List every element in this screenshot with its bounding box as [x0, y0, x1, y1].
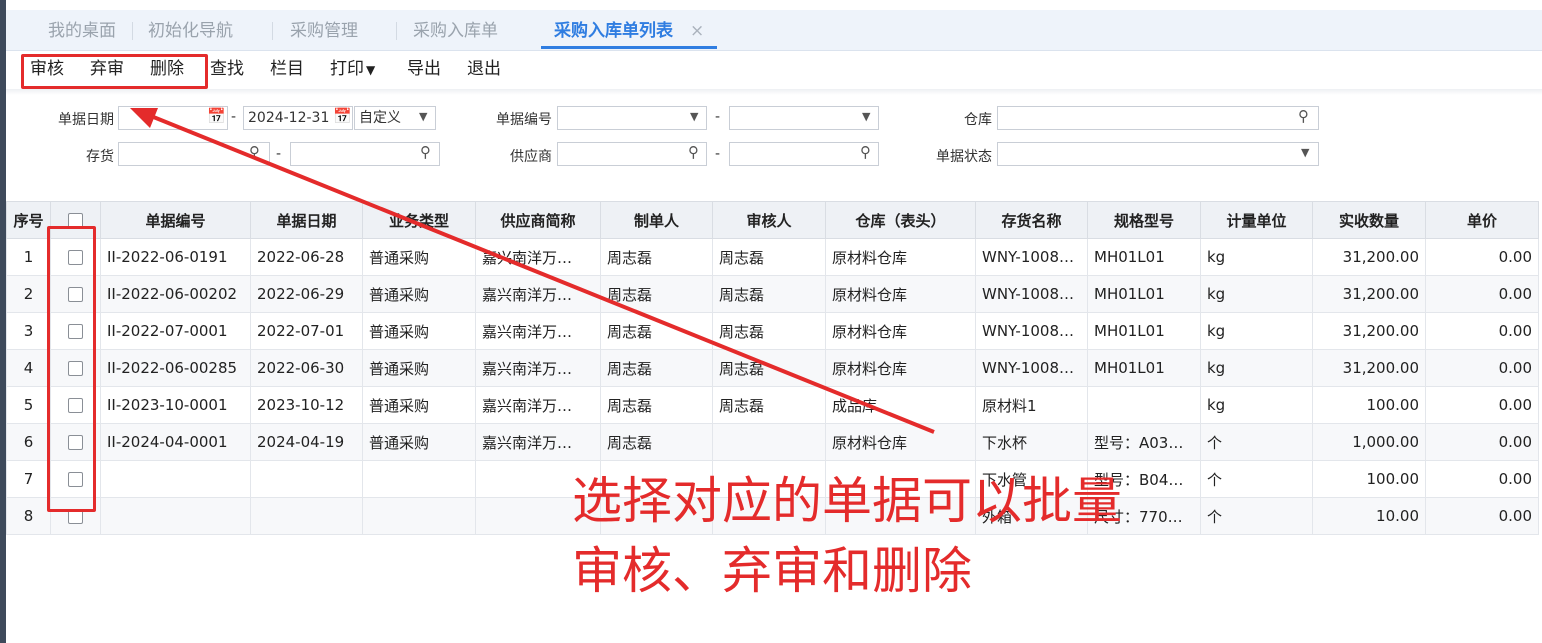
annotation-line: 选择对应的单据可以批量 — [572, 472, 1122, 530]
annotation-line: 审核、弃审和删除 — [572, 542, 972, 600]
annotation-text: 选择对应的单据可以批量 审核、弃审和删除 — [572, 466, 1122, 606]
